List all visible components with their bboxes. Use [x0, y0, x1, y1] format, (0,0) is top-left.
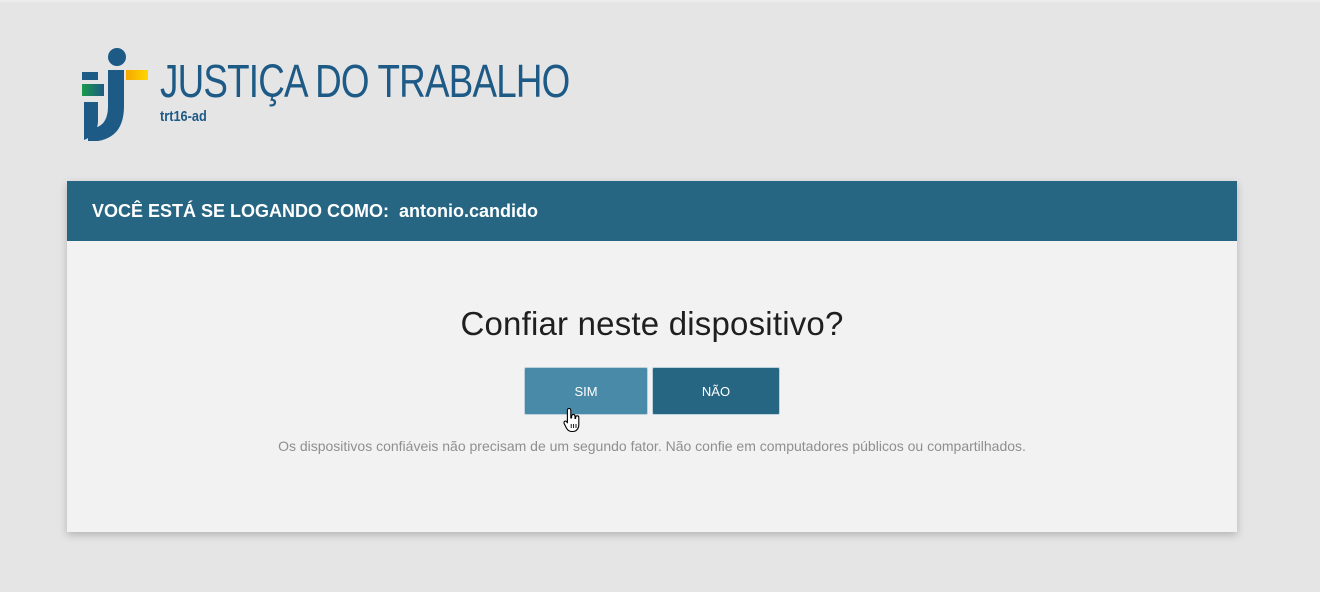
justica-do-trabalho-logo: JUSTIÇA DO TRABALHO trt16-ad — [80, 46, 570, 146]
brand-title: JUSTIÇA DO TRABALHO — [160, 55, 570, 107]
login-header-label: VOCÊ ESTÁ SE LOGANDO COMO: — [92, 200, 390, 221]
brand-subtitle: trt16-ad — [160, 108, 207, 125]
trust-device-note: Os dispositivos confiáveis não precisam … — [278, 438, 1026, 454]
hand-pointer-icon — [563, 407, 580, 433]
login-username: antonio.candido — [399, 200, 539, 221]
jt-logo-icon — [82, 48, 148, 141]
trust-question: Confiar neste dispositivo? — [460, 305, 844, 342]
no-button[interactable]: NÃO — [652, 367, 780, 415]
top-border — [0, 0, 1320, 2]
yes-button[interactable]: SIM — [524, 367, 648, 415]
trust-device-card: VOCÊ ESTÁ SE LOGANDO COMO: antonio.candi… — [67, 181, 1237, 532]
login-header: VOCÊ ESTÁ SE LOGANDO COMO: antonio.candi… — [67, 181, 1237, 241]
